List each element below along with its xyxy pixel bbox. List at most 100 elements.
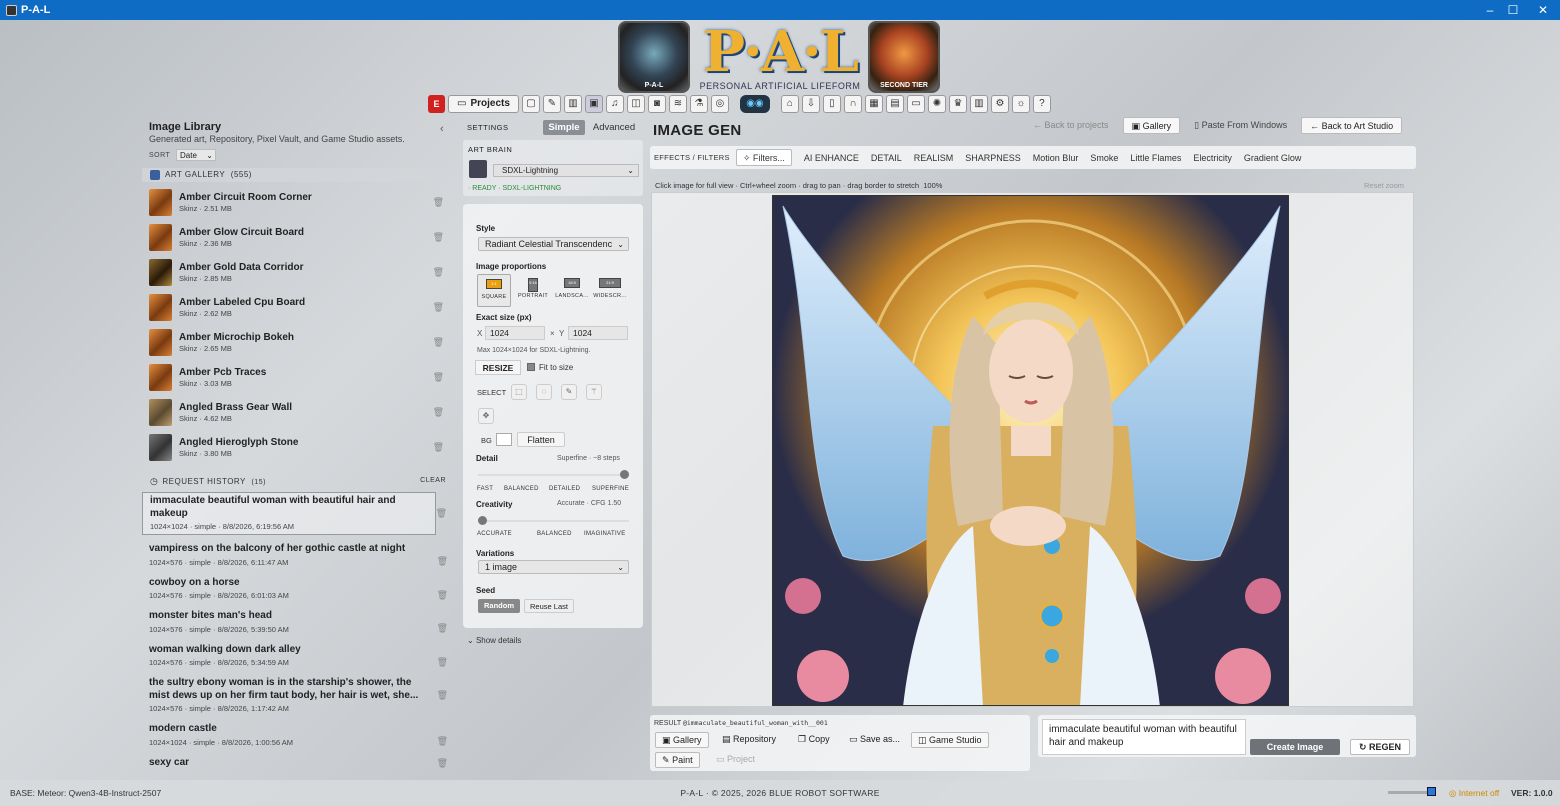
gallery-item[interactable]: Angled Hieroglyph Stone Skinz · 3.80 MB 🗑	[142, 430, 454, 465]
proportion-portrait[interactable]: 9:16 PORTRAIT	[516, 274, 550, 307]
gallery-item[interactable]: Amber Glow Circuit Board Skinz · 2.36 MB 🗑	[142, 220, 454, 255]
detail-slider[interactable]	[478, 474, 629, 476]
trash-icon[interactable]: 🗑	[437, 556, 448, 567]
gallery-item[interactable]: Amber Pcb Traces Skinz · 3.03 MB 🗑	[142, 360, 454, 395]
tab-simple[interactable]: Simple	[543, 120, 585, 135]
gallery-item[interactable]: Amber Microchip Bokeh Skinz · 2.65 MB 🗑	[142, 325, 454, 360]
sort-select[interactable]: Date ⌄	[176, 149, 216, 161]
project-button[interactable]: ▭ Project	[710, 752, 761, 768]
trash-icon[interactable]: 🗑	[433, 267, 444, 278]
generated-image[interactable]	[772, 195, 1289, 706]
audio-wave-icon[interactable]: ≋	[668, 95, 687, 113]
book-icon[interactable]: ▥	[563, 95, 582, 113]
e-badge-button[interactable]: E	[428, 95, 445, 113]
seed-random-button[interactable]: Random	[478, 599, 520, 613]
effect-realism[interactable]: REALISM	[914, 153, 954, 163]
image-icon[interactable]: ▣	[584, 95, 603, 113]
grid-icon[interactable]	[1427, 787, 1436, 796]
download-icon[interactable]: ⇩	[801, 95, 820, 113]
effect-gradient-glow[interactable]: Gradient Glow	[1244, 153, 1302, 163]
settings-icon[interactable]: ⚙	[990, 95, 1009, 113]
gallery-item[interactable]: Angled Brass Gear Wall Skinz · 4.62 MB 🗑	[142, 395, 454, 430]
style-select[interactable]: Radiant Celestial Transcendenc ⌄	[478, 237, 629, 251]
trash-icon[interactable]: 🗑	[433, 407, 444, 418]
gallery-item[interactable]: Amber Circuit Room Corner Skinz · 2.51 MB…	[142, 185, 454, 220]
flatten-button[interactable]: Flatten	[517, 432, 565, 447]
effect-little-flames[interactable]: Little Flames	[1130, 153, 1181, 163]
robot-icon[interactable]: ◙	[647, 95, 666, 113]
save-as-button[interactable]: ▭ Save as...	[843, 732, 906, 748]
effect-detail[interactable]: DETAIL	[871, 153, 902, 163]
seed-reuse-button[interactable]: Reuse Last	[524, 599, 574, 613]
music-icon[interactable]: ♫	[605, 95, 624, 113]
gallery-item[interactable]: Amber Labeled Cpu Board Skinz · 2.62 MB 🗑	[142, 290, 454, 325]
help-icon[interactable]: ?	[1032, 95, 1051, 113]
reset-zoom-button[interactable]: Reset zoom	[1364, 181, 1404, 190]
copy-button[interactable]: ❐ Copy	[792, 732, 836, 748]
art-gallery-header[interactable]: ART GALLERY (555)	[142, 168, 454, 182]
back-to-art-studio-button[interactable]: ← Back to Art Studio	[1301, 117, 1403, 134]
proportion-widescreen[interactable]: 21:9 WIDESCR...	[593, 274, 627, 307]
image-canvas[interactable]	[651, 192, 1414, 707]
close-icon[interactable]: ✕	[1528, 0, 1558, 20]
trash-icon[interactable]: 🗑	[437, 690, 448, 701]
resize-button[interactable]: RESIZE	[475, 360, 521, 375]
gamepad-icon[interactable]: ◫	[626, 95, 645, 113]
pencil-icon[interactable]: ✎	[542, 95, 561, 113]
trash-icon[interactable]: 🗑	[433, 337, 444, 348]
history-item[interactable]: immaculate beautiful woman with beautifu…	[142, 492, 447, 535]
trash-icon[interactable]: 🗑	[437, 590, 448, 601]
trash-icon[interactable]: 🗑	[437, 657, 448, 668]
trash-icon[interactable]: 🗑	[436, 508, 447, 519]
tab-advanced[interactable]: Advanced	[589, 120, 639, 135]
creativity-slider[interactable]	[478, 520, 629, 522]
clear-history-button[interactable]: CLEAR	[420, 474, 446, 488]
effect-motion-blur[interactable]: Motion Blur	[1033, 153, 1079, 163]
projects-button[interactable]: ▭ Projects	[448, 95, 519, 113]
effect-electricity[interactable]: Electricity	[1193, 153, 1232, 163]
trash-icon[interactable]: 🗑	[433, 442, 444, 453]
trash-icon[interactable]: 🗑	[437, 623, 448, 634]
history-item[interactable]: monster bites man's head 1024×576 · simpl…	[142, 608, 454, 637]
create-image-button[interactable]: Create Image	[1250, 739, 1340, 755]
flask-icon[interactable]: ⚗	[689, 95, 708, 113]
effect-ai-enhance[interactable]: AI ENHANCE	[804, 153, 859, 163]
chat-icon[interactable]: ▢	[521, 95, 540, 113]
width-input[interactable]: 1024	[485, 326, 545, 340]
history-item[interactable]: vampiress on the balcony of her gothic c…	[142, 541, 454, 570]
filters-button[interactable]: ✧ Filters...	[735, 149, 792, 166]
history-item[interactable]: cowboy on a horse 1024×576 · simple · 8/8…	[142, 575, 454, 604]
creativity-slider-knob[interactable]	[478, 516, 487, 525]
prompt-input[interactable]: immaculate beautiful woman with beautifu…	[1042, 719, 1246, 755]
gallery-button[interactable]: ▣ Gallery	[1122, 117, 1181, 134]
history-item[interactable]: modern castle 1024×1024 · simple · 8/8/20…	[142, 721, 454, 750]
effect-smoke[interactable]: Smoke	[1090, 153, 1118, 163]
magic-wand-icon[interactable]: ⚚	[586, 384, 602, 400]
gallery-item[interactable]: Amber Gold Data Corridor Skinz · 2.85 MB 🗑	[142, 255, 454, 290]
trash-icon[interactable]: 🗑	[437, 736, 448, 747]
maximize-icon[interactable]: ☐	[1498, 0, 1528, 20]
variations-select[interactable]: 1 image ⌄	[478, 560, 629, 574]
paint-button[interactable]: ✎ Paint	[655, 752, 700, 768]
sun-icon[interactable]: ☼	[1011, 95, 1030, 113]
trash-icon[interactable]: 🗑	[433, 197, 444, 208]
archive-icon[interactable]: ▤	[885, 95, 904, 113]
lasso-icon[interactable]: ◌	[536, 384, 552, 400]
repository-button[interactable]: ▤ Repository	[716, 732, 782, 748]
result-gallery-button[interactable]: ▣ Gallery	[655, 732, 709, 748]
trash-icon[interactable]: 🗑	[437, 758, 448, 769]
trash-icon[interactable]: 🗑	[433, 302, 444, 313]
paste-button[interactable]: ▯ Paste From Windows	[1186, 117, 1295, 134]
fit-to-size-checkbox[interactable]	[527, 363, 535, 371]
rect-select-icon[interactable]: ⬚	[511, 384, 527, 400]
height-input[interactable]: 1024	[568, 326, 628, 340]
headphones-icon[interactable]: ∩	[843, 95, 862, 113]
collapse-chevron-icon[interactable]: ‹	[440, 123, 444, 135]
move-icon[interactable]: ✥	[478, 408, 494, 424]
assistant-robot-button[interactable]: ◉◉	[739, 95, 770, 113]
chip-icon[interactable]: ▦	[864, 95, 883, 113]
home-icon[interactable]: ⌂	[780, 95, 799, 113]
detail-slider-knob[interactable]	[620, 470, 629, 479]
open-book-icon[interactable]: ▥	[969, 95, 988, 113]
drive-icon[interactable]: ▭	[906, 95, 925, 113]
